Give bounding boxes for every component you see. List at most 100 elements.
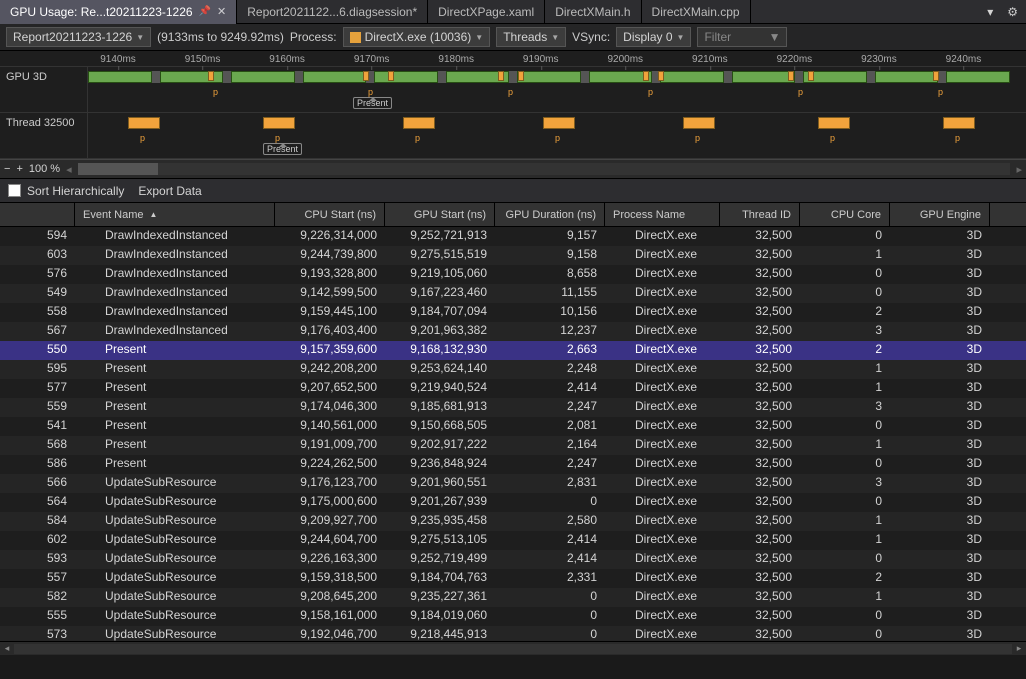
process-value: DirectX.exe (10036) bbox=[365, 30, 472, 44]
table-row[interactable]: 568Present9,191,009,7009,202,917,2222,16… bbox=[0, 436, 1026, 455]
table-row[interactable]: 586Present9,224,262,5009,236,848,9242,24… bbox=[0, 455, 1026, 474]
ruler-tick: 9190ms bbox=[523, 54, 559, 65]
zoom-bar: − + 100 % ◂ ▸ bbox=[0, 159, 1026, 179]
time-range-label: (9133ms to 9249.92ms) bbox=[157, 30, 284, 44]
grid-options-bar: Sort Hierarchically Export Data bbox=[0, 179, 1026, 203]
tab-gpu-usage[interactable]: GPU Usage: Re...t20211223-1226 📌 ✕ bbox=[0, 0, 237, 24]
grid-header: Event Name▲ CPU Start (ns) GPU Start (ns… bbox=[0, 203, 1026, 227]
threads-label: Threads bbox=[503, 30, 547, 44]
scroll-left-icon[interactable]: ◂ bbox=[0, 643, 14, 654]
filter-placeholder: Filter bbox=[704, 30, 731, 44]
col-id[interactable] bbox=[0, 203, 75, 226]
report-name: Report20211223-1226 bbox=[13, 30, 132, 44]
zoom-level: 100 % bbox=[29, 163, 60, 175]
zoom-out-button[interactable]: − bbox=[4, 163, 10, 175]
col-gpu-engine[interactable]: GPU Engine bbox=[890, 203, 990, 226]
vsync-label: VSync: bbox=[572, 30, 610, 44]
p-marker: p bbox=[415, 133, 420, 143]
col-process-name[interactable]: Process Name bbox=[605, 203, 720, 226]
table-row[interactable]: 566UpdateSubResource9,176,123,7009,201,9… bbox=[0, 474, 1026, 493]
table-row[interactable]: 555UpdateSubResource9,158,161,0009,184,0… bbox=[0, 607, 1026, 626]
ruler-tick: 9230ms bbox=[861, 54, 897, 65]
present-callout: Present bbox=[263, 143, 302, 155]
table-row[interactable]: 582UpdateSubResource9,208,645,2009,235,2… bbox=[0, 588, 1026, 607]
present-callout: Present bbox=[353, 97, 392, 109]
table-row[interactable]: 595Present9,242,208,2009,253,624,1402,24… bbox=[0, 360, 1026, 379]
col-event-name[interactable]: Event Name▲ bbox=[75, 203, 275, 226]
tab-overflow-icon[interactable]: ▾ bbox=[981, 5, 999, 19]
tab[interactable]: DirectXMain.cpp bbox=[642, 0, 751, 24]
p-marker: p bbox=[830, 133, 835, 143]
table-row[interactable]: 573UpdateSubResource9,192,046,7009,218,4… bbox=[0, 626, 1026, 641]
export-data-link[interactable]: Export Data bbox=[138, 184, 201, 198]
p-marker: p bbox=[213, 87, 218, 97]
table-row[interactable]: 584UpdateSubResource9,209,927,7009,235,9… bbox=[0, 512, 1026, 531]
p-marker: p bbox=[508, 87, 513, 97]
scroll-right-icon[interactable]: ▸ bbox=[1012, 643, 1026, 654]
ruler-tick: 9240ms bbox=[946, 54, 982, 65]
close-icon[interactable]: ✕ bbox=[217, 5, 226, 18]
zoom-in-button[interactable]: + bbox=[16, 163, 22, 175]
ruler-tick: 9170ms bbox=[354, 54, 390, 65]
vsync-selector[interactable]: Display 0▼ bbox=[616, 27, 691, 47]
table-row[interactable]: 576DrawIndexedInstanced9,193,328,8009,21… bbox=[0, 265, 1026, 284]
col-thread-id[interactable]: Thread ID bbox=[720, 203, 800, 226]
report-toolbar: Report20211223-1226▼ (9133ms to 9249.92m… bbox=[0, 24, 1026, 51]
sort-hierarchically-label: Sort Hierarchically bbox=[27, 184, 124, 198]
table-row[interactable]: 564UpdateSubResource9,175,000,6009,201,2… bbox=[0, 493, 1026, 512]
sort-hierarchically-toggle[interactable]: Sort Hierarchically bbox=[8, 184, 124, 198]
report-selector[interactable]: Report20211223-1226▼ bbox=[6, 27, 151, 47]
tab[interactable]: Report2021122...6.diagsession* bbox=[237, 0, 428, 24]
col-cpu-core[interactable]: CPU Core bbox=[800, 203, 890, 226]
table-row[interactable]: 603DrawIndexedInstanced9,244,739,8009,27… bbox=[0, 246, 1026, 265]
table-row[interactable]: 577Present9,207,652,5009,219,940,5242,41… bbox=[0, 379, 1026, 398]
p-marker: p bbox=[555, 133, 560, 143]
p-marker: p bbox=[798, 87, 803, 97]
table-row[interactable]: 558DrawIndexedInstanced9,159,445,1009,18… bbox=[0, 303, 1026, 322]
table-row[interactable]: 550Present9,157,359,6009,168,132,9302,66… bbox=[0, 341, 1026, 360]
thread-lane: Thread 32500 pppppppPresent bbox=[0, 113, 1026, 159]
process-label: Process: bbox=[290, 30, 337, 44]
col-cpu-start[interactable]: CPU Start (ns) bbox=[275, 203, 385, 226]
event-grid: Event Name▲ CPU Start (ns) GPU Start (ns… bbox=[0, 203, 1026, 641]
process-icon bbox=[350, 32, 361, 43]
gear-icon[interactable]: ⚙ bbox=[999, 5, 1026, 19]
checkbox-icon bbox=[8, 184, 21, 197]
vsync-value: Display 0 bbox=[623, 30, 672, 44]
p-marker: p bbox=[140, 133, 145, 143]
gpu-lane-body[interactable]: ppppppPresent bbox=[88, 67, 1026, 112]
ruler-tick: 9210ms bbox=[692, 54, 728, 65]
ruler-tick: 9180ms bbox=[438, 54, 474, 65]
gpu-lane: GPU 3D ppppppPresent bbox=[0, 67, 1026, 113]
table-row[interactable]: 557UpdateSubResource9,159,318,5009,184,7… bbox=[0, 569, 1026, 588]
table-row[interactable]: 593UpdateSubResource9,226,163,3009,252,7… bbox=[0, 550, 1026, 569]
tab[interactable]: DirectXMain.h bbox=[545, 0, 641, 24]
tab[interactable]: DirectXPage.xaml bbox=[428, 0, 545, 24]
table-row[interactable]: 541Present9,140,561,0009,150,668,5052,08… bbox=[0, 417, 1026, 436]
col-gpu-duration[interactable]: GPU Duration (ns) bbox=[495, 203, 605, 226]
thread-lane-label: Thread 32500 bbox=[0, 113, 88, 158]
table-row[interactable]: 567DrawIndexedInstanced9,176,403,4009,20… bbox=[0, 322, 1026, 341]
ruler-tick: 9200ms bbox=[607, 54, 643, 65]
process-selector[interactable]: DirectX.exe (10036)▼ bbox=[343, 27, 491, 47]
p-marker: p bbox=[938, 87, 943, 97]
ruler-tick: 9220ms bbox=[777, 54, 813, 65]
gpu-lane-label: GPU 3D bbox=[0, 67, 88, 112]
threads-selector[interactable]: Threads▼ bbox=[496, 27, 566, 47]
table-row[interactable]: 602UpdateSubResource9,244,604,7009,275,5… bbox=[0, 531, 1026, 550]
table-row[interactable]: 559Present9,174,046,3009,185,681,9132,24… bbox=[0, 398, 1026, 417]
table-row[interactable]: 594DrawIndexedInstanced9,226,314,0009,25… bbox=[0, 227, 1026, 246]
p-marker: p bbox=[695, 133, 700, 143]
ruler-tick: 9140ms bbox=[100, 54, 136, 65]
time-ruler[interactable]: 9140ms9150ms9160ms9170ms9180ms9190ms9200… bbox=[0, 51, 1026, 67]
ruler-tick: 9150ms bbox=[185, 54, 221, 65]
col-gpu-start[interactable]: GPU Start (ns) bbox=[385, 203, 495, 226]
tab-label: GPU Usage: Re...t20211223-1226 bbox=[10, 5, 193, 19]
thread-lane-body[interactable]: pppppppPresent bbox=[88, 113, 1026, 158]
timeline-panel: 9140ms9150ms9160ms9170ms9180ms9190ms9200… bbox=[0, 51, 1026, 159]
table-row[interactable]: 549DrawIndexedInstanced9,142,599,5009,16… bbox=[0, 284, 1026, 303]
horizontal-scrollbar[interactable]: ◂ ▸ bbox=[0, 641, 1026, 655]
filter-input[interactable]: Filter▼ bbox=[697, 27, 787, 47]
timeline-scrollbar[interactable] bbox=[78, 163, 1011, 175]
pin-icon[interactable]: 📌 bbox=[199, 6, 211, 17]
